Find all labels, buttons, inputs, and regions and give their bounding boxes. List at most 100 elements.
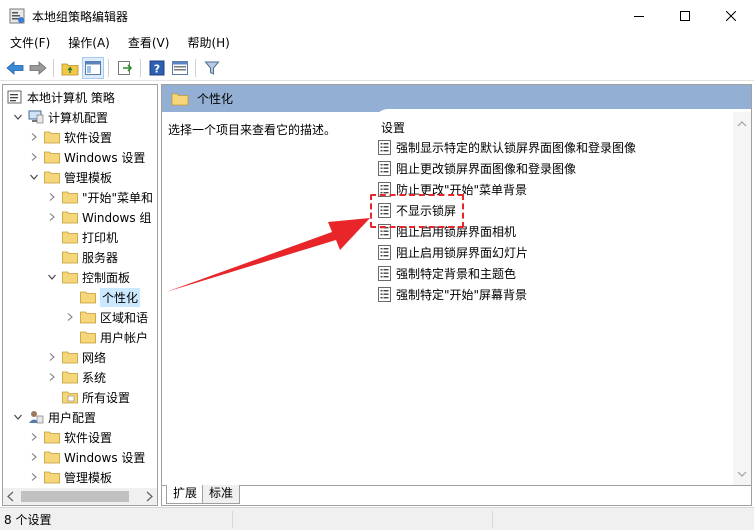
tree-item[interactable]: 用户配置 [13,407,96,427]
export-list-button[interactable] [114,57,136,79]
vertical-scrollbar[interactable] [733,112,751,486]
chevron-right-icon [49,213,55,221]
tree-item[interactable]: Windows 组 [47,207,151,227]
setting-label: 阻止更改锁屏界面图像和登录图像 [396,161,577,176]
tree-item[interactable]: 系统 [47,367,106,387]
policy-setting-icon [378,244,391,260]
scroll-left-icon [7,491,14,502]
tree-item[interactable]: Windows 设置 [29,447,145,467]
menu-view[interactable]: 查看(V) [120,32,178,54]
setting-item[interactable]: 强制显示特定的默认锁屏界面图像和登录图像 [378,137,636,157]
help-button[interactable]: ? [146,57,168,79]
tree-item[interactable]: 所有设置 [47,387,130,407]
policy-setting-icon [378,160,391,176]
minimize-button[interactable] [616,0,662,32]
back-button[interactable] [4,57,26,79]
menu-bar: 文件(F) 操作(A) 查看(V) 帮助(H) [0,32,754,54]
tab-extended[interactable]: 扩展 [166,485,205,504]
horizontal-scroll-thumb[interactable] [21,491,129,502]
tree-expander[interactable] [29,132,39,142]
folder-icon [62,270,78,284]
folder-icon [44,170,60,184]
folder-icon [62,350,78,364]
help-icon: ? [149,60,165,75]
svg-text:?: ? [154,62,160,75]
tree-expander[interactable] [29,152,39,162]
tree-item[interactable]: 软件设置 [29,427,112,447]
tree-expander[interactable] [29,472,39,482]
menu-action[interactable]: 操作(A) [60,32,118,54]
tree-item[interactable]: 控制面板 [47,267,130,287]
tree-item[interactable]: 软件设置 [29,127,112,147]
maximize-button[interactable] [662,0,708,32]
tree-expander[interactable] [47,192,57,202]
folder-icon [44,130,60,144]
tree-item[interactable]: 区域和语 [65,307,148,327]
show-hide-tree-button[interactable] [82,56,104,79]
menu-help[interactable]: 帮助(H) [179,32,237,54]
window-title: 本地组策略编辑器 [32,9,129,24]
status-cell [492,511,493,528]
setting-label: 强制特定背景和主题色 [396,266,517,281]
tree-item[interactable]: 网络 [47,347,106,367]
tree-item[interactable]: 用户帐户 [65,327,148,347]
horizontal-scrollbar[interactable] [3,488,157,505]
tree-expander[interactable] [13,112,23,122]
chevron-right-icon [31,473,37,481]
tree-item[interactable]: 计算机配置 [13,107,108,127]
filter-button[interactable] [201,57,223,79]
tree-item[interactable]: 管理模板 [29,467,112,487]
settings-column-header[interactable]: 设置 [381,119,405,136]
tree-expander[interactable] [65,312,75,322]
setting-item[interactable]: 阻止启用锁屏界面幻灯片 [378,242,528,262]
tree-expander[interactable] [29,172,39,182]
description-text: 选择一个项目来查看它的描述。 [168,123,337,137]
tree-expander[interactable] [13,412,23,422]
setting-item[interactable]: 强制特定"开始"屏幕背景 [378,284,527,304]
folder-icon [80,330,96,344]
tree-item[interactable]: 打印机 [47,227,118,247]
chevron-down-icon [14,114,22,120]
status-text: 8 个设置 [4,512,52,527]
details-pane: 个性化 选择一个项目来查看它的描述。 设置 强制显示特定的默认锁屏界面图像和登录… [161,84,752,506]
tab-standard[interactable]: 标准 [202,485,241,504]
navigation-tree[interactable]: 本地计算机 策略 计算机配置 软件设置 Windows 设置 管理模板 "开始"菜单和 Wi… [2,84,158,506]
setting-item[interactable]: 强制特定背景和主题色 [378,263,516,283]
console-button[interactable] [169,57,191,79]
chevron-down-icon [48,274,56,280]
tree-expander[interactable] [47,212,57,222]
scroll-right-icon [146,491,153,502]
tree-item-label: "开始"菜单和 [82,190,154,205]
menu-file[interactable]: 文件(F) [2,32,58,54]
toolbar: ? [0,55,754,81]
tree-expander[interactable] [47,352,57,362]
close-icon [726,11,736,21]
close-button[interactable] [708,0,754,32]
up-folder-button[interactable] [59,57,81,79]
folder-icon [62,190,78,204]
maximize-icon [680,11,690,21]
tree-expander[interactable] [29,452,39,462]
setting-item[interactable]: 阻止更改锁屏界面图像和登录图像 [378,158,576,178]
tree-item[interactable]: 管理模板 [29,167,112,187]
tree-item-label: 软件设置 [64,130,113,145]
tree-item[interactable]: "开始"菜单和 [47,187,153,207]
folder-icon [44,470,60,484]
tree-expander[interactable] [47,372,57,382]
chevron-down-icon [14,414,22,420]
tree-item[interactable]: Windows 设置 [29,147,145,167]
tree-item-label: 管理模板 [64,470,113,485]
tree-expander[interactable] [47,272,57,282]
chevron-right-icon [31,453,37,461]
tree-item[interactable]: 个性化 [65,287,141,307]
tree-item[interactable]: 服务器 [47,247,118,267]
tree-item-label: 计算机配置 [48,110,109,125]
tree-item-label: 区域和语 [100,310,149,325]
forward-button[interactable] [27,57,49,79]
tree-item[interactable]: 本地计算机 策略 [7,87,115,107]
folder-icon [62,250,78,264]
minimize-icon [634,16,644,17]
tree-expander[interactable] [29,432,39,442]
